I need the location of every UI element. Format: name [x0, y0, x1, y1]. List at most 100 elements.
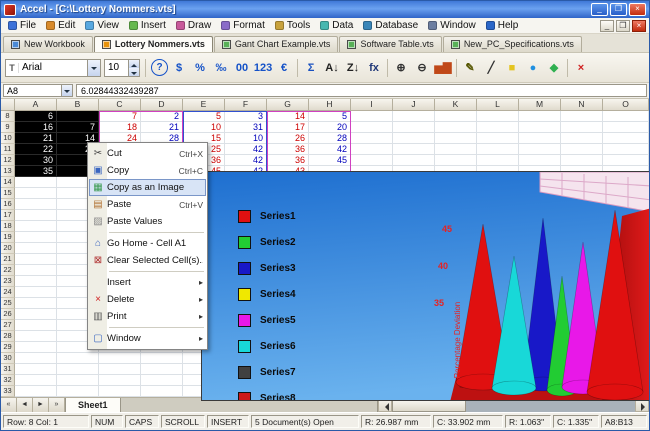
context-window[interactable]: ▢Window▸: [89, 330, 206, 347]
pencil-tool-button[interactable]: ✎: [460, 58, 480, 78]
cell-a21[interactable]: [15, 254, 57, 265]
cell-a26[interactable]: [15, 309, 57, 320]
cell-i10[interactable]: [351, 133, 393, 144]
row-header-13[interactable]: 13: [1, 166, 15, 177]
cell-a12[interactable]: 30: [15, 155, 57, 166]
cell-i11[interactable]: [351, 144, 393, 155]
cell-j10[interactable]: [393, 133, 435, 144]
diamond-tool-button[interactable]: ◆: [544, 58, 564, 78]
row-header-14[interactable]: 14: [1, 177, 15, 188]
row-header-17[interactable]: 17: [1, 210, 15, 221]
last-sheet-button[interactable]: »: [49, 398, 65, 412]
row-header-9[interactable]: 9: [1, 122, 15, 133]
menu-tools[interactable]: Tools: [270, 18, 315, 33]
cell-d9[interactable]: 21: [141, 122, 183, 133]
euro-format-button[interactable]: €: [274, 58, 294, 78]
context-delete[interactable]: ×Delete▸: [89, 291, 206, 308]
cell-n9[interactable]: [561, 122, 603, 133]
row-header-31[interactable]: 31: [1, 364, 15, 375]
mdi-close-button[interactable]: ×: [632, 20, 646, 32]
cell-e9[interactable]: 10: [183, 122, 225, 133]
cell-g8[interactable]: 14: [267, 111, 309, 122]
ellipse-tool-button[interactable]: ●: [523, 58, 543, 78]
chart-window[interactable]: 454035Percentage Deviation Series1Series…: [201, 171, 650, 401]
context-cut[interactable]: ✂CutCtrl+X: [89, 145, 206, 162]
cell-o11[interactable]: [603, 144, 649, 155]
permille-format-button[interactable]: ‰: [211, 58, 231, 78]
tab-new-pc-specifications-vts[interactable]: New_PC_Specifications.vts: [443, 36, 582, 52]
cell-g12[interactable]: 36: [267, 155, 309, 166]
close-view-button[interactable]: ×: [571, 58, 591, 78]
cell-c33[interactable]: [99, 386, 141, 397]
row-header-29[interactable]: 29: [1, 342, 15, 353]
zoom-out-button[interactable]: ⊖: [412, 58, 432, 78]
row-header-19[interactable]: 19: [1, 232, 15, 243]
sort-descending-button[interactable]: Z↓: [343, 58, 363, 78]
cell-a19[interactable]: [15, 232, 57, 243]
cell-i9[interactable]: [351, 122, 393, 133]
cell-j12[interactable]: [393, 155, 435, 166]
menu-insert[interactable]: Insert: [124, 18, 171, 33]
cell-m12[interactable]: [519, 155, 561, 166]
row-header-30[interactable]: 30: [1, 353, 15, 364]
maximize-button[interactable]: ❐: [610, 3, 627, 16]
cell-b33[interactable]: [57, 386, 99, 397]
column-header-m[interactable]: M: [519, 99, 561, 111]
row-header-32[interactable]: 32: [1, 375, 15, 386]
cell-a9[interactable]: 16: [15, 122, 57, 133]
function-button[interactable]: fx: [364, 58, 384, 78]
tab-new-workbook[interactable]: New Workbook: [3, 36, 93, 52]
cell-b30[interactable]: [57, 353, 99, 364]
row-header-24[interactable]: 24: [1, 287, 15, 298]
cell-d32[interactable]: [141, 375, 183, 386]
cell-j8[interactable]: [393, 111, 435, 122]
first-sheet-button[interactable]: «: [1, 398, 17, 412]
minimize-button[interactable]: _: [591, 3, 608, 16]
cell-a10[interactable]: 21: [15, 133, 57, 144]
font-name-select[interactable]: T Arial: [5, 59, 101, 77]
next-sheet-button[interactable]: ►: [33, 398, 49, 412]
context-insert[interactable]: Insert▸: [89, 274, 206, 291]
cell-a29[interactable]: [15, 342, 57, 353]
cell-g10[interactable]: 26: [267, 133, 309, 144]
cell-m9[interactable]: [519, 122, 561, 133]
cell-f9[interactable]: 31: [225, 122, 267, 133]
row-header-21[interactable]: 21: [1, 254, 15, 265]
row-header-27[interactable]: 27: [1, 320, 15, 331]
cell-i8[interactable]: [351, 111, 393, 122]
menu-file[interactable]: File: [3, 18, 41, 33]
cell-m8[interactable]: [519, 111, 561, 122]
decimal-format-button[interactable]: 00: [232, 58, 252, 78]
cell-a33[interactable]: [15, 386, 57, 397]
cell-c9[interactable]: 18: [99, 122, 141, 133]
menu-help[interactable]: Help: [481, 18, 524, 33]
column-header-l[interactable]: L: [477, 99, 519, 111]
cell-a18[interactable]: [15, 221, 57, 232]
row-header-25[interactable]: 25: [1, 298, 15, 309]
cell-d8[interactable]: 2: [141, 111, 183, 122]
cell-c30[interactable]: [99, 353, 141, 364]
cell-k11[interactable]: [435, 144, 477, 155]
menu-database[interactable]: Database: [358, 18, 423, 33]
cell-i12[interactable]: [351, 155, 393, 166]
column-header-c[interactable]: C: [99, 99, 141, 111]
number-format-button[interactable]: 123: [253, 58, 273, 78]
autosum-button[interactable]: Σ: [301, 58, 321, 78]
cell-f11[interactable]: 42: [225, 144, 267, 155]
cell-d33[interactable]: [141, 386, 183, 397]
column-header-o[interactable]: O: [603, 99, 649, 111]
mdi-minimize-button[interactable]: _: [600, 20, 614, 32]
cell-c32[interactable]: [99, 375, 141, 386]
cellref-dropdown-icon[interactable]: [61, 85, 72, 96]
help-button[interactable]: ?: [151, 59, 168, 76]
percent-format-button[interactable]: %: [190, 58, 210, 78]
context-print[interactable]: ▥Print▸: [89, 308, 206, 325]
cell-f10[interactable]: 10: [225, 133, 267, 144]
cell-l9[interactable]: [477, 122, 519, 133]
cell-g11[interactable]: 36: [267, 144, 309, 155]
row-header-20[interactable]: 20: [1, 243, 15, 254]
cell-b31[interactable]: [57, 364, 99, 375]
menu-draw[interactable]: Draw: [171, 18, 216, 33]
row-header-11[interactable]: 11: [1, 144, 15, 155]
cell-a27[interactable]: [15, 320, 57, 331]
